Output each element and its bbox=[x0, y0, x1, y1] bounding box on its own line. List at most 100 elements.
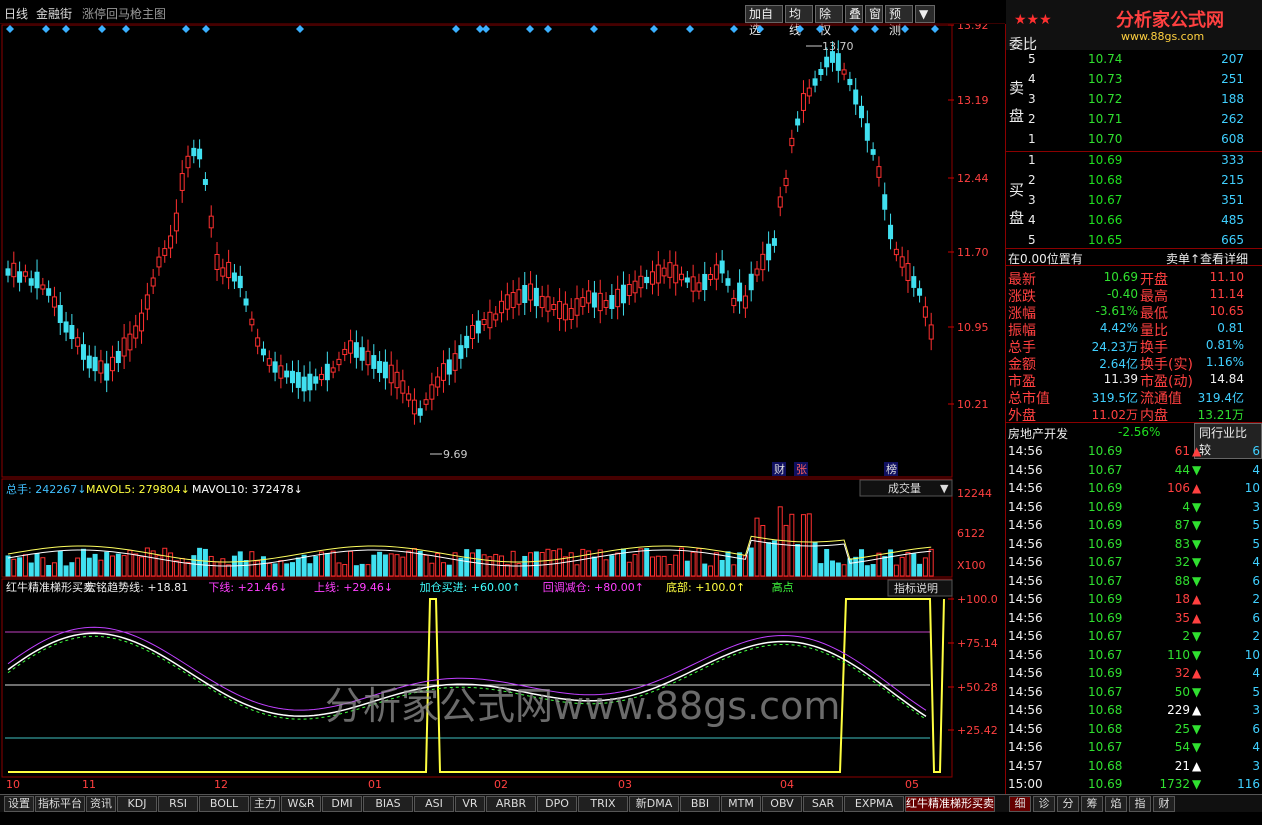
formula-name[interactable]: 涨停回马枪主图 bbox=[82, 5, 166, 22]
signal-diamond bbox=[6, 25, 14, 33]
top-toolbar: 日线 金融街 涨停回马枪主图 加自选 均线 除权叠窗预测 ▼ bbox=[0, 0, 1005, 37]
tick-price: 10.67 bbox=[1088, 647, 1123, 662]
tab-10[interactable]: ASI bbox=[414, 796, 454, 812]
toolbar-button-4[interactable]: 窗 bbox=[865, 5, 883, 23]
volume-bar bbox=[353, 565, 359, 577]
toolbar-button-2[interactable]: 除权 bbox=[815, 5, 843, 37]
tab-18[interactable]: OBV bbox=[762, 796, 802, 812]
toolbar-button-0[interactable]: 加自选 bbox=[745, 5, 783, 37]
tab-0[interactable]: 设置 bbox=[4, 796, 34, 812]
toolbar-button-3[interactable]: 叠 bbox=[845, 5, 863, 23]
quote-value: 11.14 bbox=[1209, 287, 1244, 301]
candle-body bbox=[11, 262, 17, 278]
toolbar-button-5[interactable]: 预测 bbox=[885, 5, 913, 37]
candle-body bbox=[748, 273, 754, 291]
tab-21[interactable]: 红牛精准梯形买卖 bbox=[905, 796, 995, 812]
quote-value: 0.81% bbox=[1205, 338, 1244, 352]
tab-3[interactable]: KDJ bbox=[117, 796, 157, 812]
buy-price: 10.67 bbox=[1088, 193, 1123, 207]
sell-level: 5 bbox=[1028, 52, 1036, 66]
candle-body bbox=[853, 89, 859, 105]
sell-volume: 262 bbox=[1221, 112, 1244, 126]
tab-16[interactable]: BBI bbox=[680, 796, 720, 812]
candle-body bbox=[847, 78, 853, 86]
candle-body bbox=[737, 282, 743, 302]
indicator-header-3: 上线: +29.46↓ bbox=[314, 580, 393, 594]
volume-bar bbox=[255, 560, 261, 577]
tab-7[interactable]: W&R bbox=[281, 796, 321, 812]
volume-bar bbox=[800, 514, 806, 577]
rating-stars: ★★★ bbox=[1014, 12, 1052, 28]
sell-price: 10.73 bbox=[1088, 72, 1123, 86]
chart-area[interactable]: 13.92 13.19 12.44 11.70 10.95 10.21 13.70 9.69 财… bbox=[0, 19, 1005, 800]
quote-value: -3.61% bbox=[1095, 304, 1138, 318]
candle-body bbox=[876, 166, 882, 178]
tab-8[interactable]: DMI bbox=[322, 796, 362, 812]
right-tab-5[interactable]: 指 bbox=[1129, 796, 1151, 812]
toolbar-button-6[interactable]: ▼ bbox=[915, 5, 935, 23]
detail-link[interactable]: 卖单↑查看详细 bbox=[1166, 250, 1248, 267]
sell-volume: 608 bbox=[1221, 132, 1244, 146]
tab-5[interactable]: BOLL bbox=[199, 796, 249, 812]
candle-body bbox=[371, 355, 377, 369]
right-tab-4[interactable]: 焰 bbox=[1105, 796, 1127, 812]
candle-body bbox=[777, 196, 783, 208]
month-label: 11 bbox=[82, 778, 96, 791]
right-tab-1[interactable]: 诊 bbox=[1033, 796, 1055, 812]
tick-count: 5 bbox=[1252, 518, 1260, 532]
candle-body bbox=[742, 295, 748, 309]
volume-bar bbox=[162, 547, 168, 577]
candle-body bbox=[667, 262, 673, 278]
tab-15[interactable]: 新DMA bbox=[629, 796, 679, 812]
tab-13[interactable]: DPO bbox=[537, 796, 577, 812]
candle-body bbox=[75, 337, 81, 347]
volume-bar bbox=[859, 549, 865, 577]
tick-time: 14:56 bbox=[1008, 444, 1043, 458]
volume-bar bbox=[731, 564, 737, 577]
volume-bar bbox=[847, 558, 853, 577]
signal-diamond bbox=[686, 25, 694, 33]
candle-body bbox=[783, 177, 789, 187]
tab-19[interactable]: SAR bbox=[803, 796, 843, 812]
tab-17[interactable]: MTM bbox=[721, 796, 761, 812]
period-label[interactable]: 日线 bbox=[4, 5, 28, 22]
right-tab-2[interactable]: 分 bbox=[1057, 796, 1079, 812]
volume-bar bbox=[597, 549, 603, 577]
tab-4[interactable]: RSI bbox=[158, 796, 198, 812]
right-tab-0[interactable]: 细 bbox=[1009, 796, 1031, 812]
quote-value: 1.16% bbox=[1205, 355, 1244, 369]
volume-axis-label: 6122 bbox=[957, 527, 985, 540]
buy-level: 3 bbox=[1028, 193, 1036, 207]
right-tab-6[interactable]: 财 bbox=[1153, 796, 1175, 812]
sell-price: 10.74 bbox=[1088, 52, 1123, 66]
tab-14[interactable]: TRIX bbox=[578, 796, 628, 812]
tab-12[interactable]: ARBR bbox=[486, 796, 536, 812]
candle-body bbox=[725, 278, 731, 286]
volume-bar bbox=[568, 552, 574, 577]
candle-body bbox=[220, 267, 226, 277]
tab-20[interactable]: EXPMA bbox=[844, 796, 904, 812]
volume-bar bbox=[22, 554, 28, 577]
tick-volume: 35 bbox=[1174, 610, 1190, 625]
tick-price: 10.69 bbox=[1088, 666, 1123, 680]
right-tab-3[interactable]: 筹 bbox=[1081, 796, 1103, 812]
tab-9[interactable]: BIAS bbox=[363, 796, 413, 812]
tick-price: 10.69 bbox=[1088, 518, 1123, 532]
candle-body bbox=[522, 285, 528, 303]
tab-1[interactable]: 指标平台 bbox=[35, 796, 85, 812]
price-axis-label: 11.70 bbox=[957, 246, 989, 259]
signal-diamond bbox=[202, 25, 210, 33]
quote-value: -0.40 bbox=[1106, 287, 1138, 301]
volume-bar bbox=[829, 560, 835, 577]
toolbar-button-1[interactable]: 均线 bbox=[785, 5, 813, 37]
kline-chart[interactable]: 13.92 13.19 12.44 11.70 10.95 10.21 13.70 9.69 财… bbox=[0, 19, 1005, 800]
tab-6[interactable]: 主力 bbox=[250, 796, 280, 812]
tick-volume: 44 bbox=[1174, 462, 1190, 477]
candle-body bbox=[917, 288, 923, 296]
tab-2[interactable]: 资讯 bbox=[86, 796, 116, 812]
tab-11[interactable]: VR bbox=[455, 796, 485, 812]
tick-volume: 32 bbox=[1174, 555, 1190, 569]
volume-bar bbox=[446, 564, 452, 577]
tick-count: 4 bbox=[1252, 666, 1260, 680]
signal-diamond bbox=[62, 25, 70, 33]
